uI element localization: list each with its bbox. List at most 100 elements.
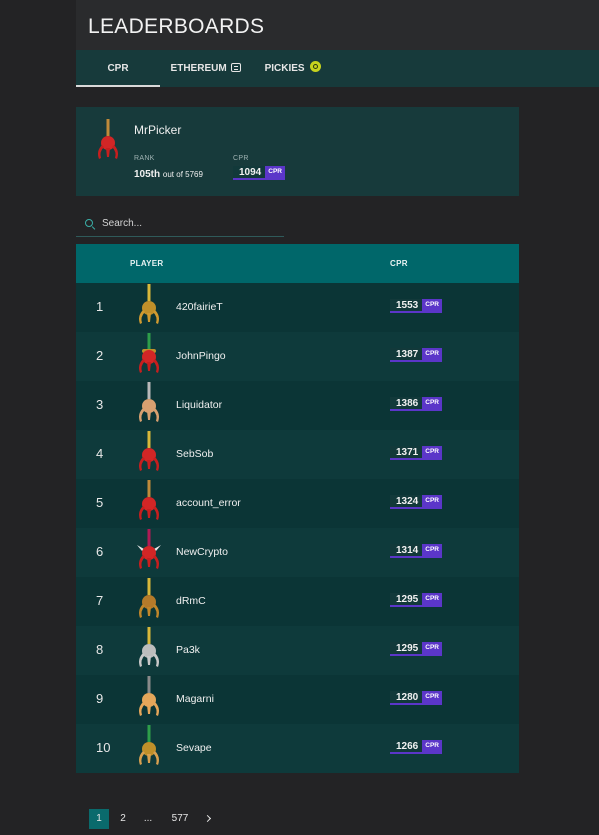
rank-position: 105th: [134, 169, 161, 180]
table-row[interactable]: 6 NewCrypto 1314 CPR: [76, 528, 519, 577]
cpr-badge: 1266 CPR: [390, 740, 442, 754]
tab-label: PICKIES: [264, 63, 305, 74]
player-name[interactable]: SebSob: [176, 448, 213, 460]
avatar: [134, 529, 164, 580]
cpr-value: 1371: [396, 446, 419, 458]
cpr-badge: 1314 CPR: [390, 544, 442, 558]
avatar: [134, 480, 164, 531]
cpr-value: 1295: [396, 642, 419, 654]
player-name[interactable]: NewCrypto: [176, 546, 228, 558]
cpr-unit: CPR: [422, 691, 442, 703]
cpr-unit: CPR: [422, 348, 442, 360]
tab-label: CPR: [107, 63, 129, 74]
table-row[interactable]: 7 dRmC 1295 CPR: [76, 577, 519, 626]
player-name[interactable]: account_error: [176, 497, 241, 509]
search-box: [76, 210, 284, 237]
cpr-badge: 1280 CPR: [390, 691, 442, 705]
row-rank: 2: [96, 348, 104, 363]
header-bar: LEADERBOARDS: [76, 0, 599, 50]
cpr-value: 1094: [239, 166, 262, 178]
cpr-unit: CPR: [422, 642, 442, 654]
cpr-unit: CPR: [422, 397, 442, 409]
page-button-2[interactable]: 2: [113, 809, 133, 829]
table-row[interactable]: 2 JohnPingo 1387 CPR: [76, 332, 519, 381]
chevron-right-icon[interactable]: [203, 814, 212, 823]
table-body: 1 420fairieT 1553 CPR 2 JohnPingo 1387 CPR 3 Liqu…: [76, 283, 519, 773]
rank-total: out of 5769: [162, 170, 203, 179]
cpr-value: 1280: [396, 691, 419, 703]
row-rank: 8: [96, 642, 104, 657]
tab-pickies[interactable]: PICKIES: [256, 50, 330, 87]
cpr-unit: CPR: [422, 740, 442, 752]
cpr-value: 1553: [396, 299, 419, 311]
cpr-value: 1295: [396, 593, 419, 605]
profile-username: MrPicker: [134, 123, 182, 137]
column-header-player: PLAYER: [130, 259, 164, 268]
table-header: PLAYER CPR: [76, 244, 519, 283]
table-row[interactable]: 3 Liquidator 1386 CPR: [76, 381, 519, 430]
cpr-unit: CPR: [265, 166, 285, 178]
table-row[interactable]: 1 420fairieT 1553 CPR: [76, 283, 519, 332]
search-icon: [85, 219, 93, 227]
player-name[interactable]: 420fairieT: [176, 301, 223, 313]
player-name[interactable]: Pa3k: [176, 644, 200, 656]
table-row[interactable]: 5 account_error 1324 CPR: [76, 479, 519, 528]
leaderboard-table: PLAYER CPR 1 420fairieT 1553 CPR 2 JohnPingo 1…: [76, 244, 519, 773]
player-name[interactable]: Sevape: [176, 742, 212, 754]
avatar: [134, 578, 164, 629]
cpr-unit: CPR: [422, 299, 442, 311]
cpr-badge: 1295 CPR: [390, 642, 442, 656]
column-header-cpr: CPR: [390, 259, 408, 268]
row-rank: 4: [96, 446, 104, 461]
avatar: [134, 431, 164, 482]
page-title: LEADERBOARDS: [88, 15, 265, 38]
cpr-badge: 1324 CPR: [390, 495, 442, 509]
cpr-badge: 1387 CPR: [390, 348, 442, 362]
table-row[interactable]: 8 Pa3k 1295 CPR: [76, 626, 519, 675]
cpr-badge: 1094 CPR: [233, 166, 285, 180]
table-row[interactable]: 10 Sevape 1266 CPR: [76, 724, 519, 773]
tab-cpr[interactable]: CPR: [76, 50, 160, 87]
cpr-value: 1387: [396, 348, 419, 360]
pickies-coin-icon: [310, 61, 322, 72]
cpr-badge: 1295 CPR: [390, 593, 442, 607]
table-row[interactable]: 4 SebSob 1371 CPR: [76, 430, 519, 479]
tab-bar: CPR ETHEREUM PICKIES: [76, 50, 599, 87]
player-name[interactable]: Magarni: [176, 693, 214, 705]
player-name[interactable]: dRmC: [176, 595, 206, 607]
tab-label: ETHEREUM: [170, 63, 227, 74]
avatar: [134, 725, 164, 776]
avatar: [134, 676, 164, 727]
cpr-unit: CPR: [422, 495, 442, 507]
row-rank: 6: [96, 544, 104, 559]
avatar: [134, 382, 164, 433]
avatar: [93, 119, 123, 170]
table-row[interactable]: 9 Magarni 1280 CPR: [76, 675, 519, 724]
rank-value: 105th out of 5769: [134, 169, 203, 180]
page-button-1[interactable]: 1: [89, 809, 109, 829]
row-rank: 7: [96, 593, 104, 608]
cpr-value: 1266: [396, 740, 419, 752]
row-rank: 9: [96, 691, 104, 706]
cpr-unit: CPR: [422, 544, 442, 556]
cpr-unit: CPR: [422, 593, 442, 605]
page-ellipsis: ...: [143, 813, 153, 824]
cpr-value: 1314: [396, 544, 419, 556]
cpr-badge: 1386 CPR: [390, 397, 442, 411]
rank-label: RANK: [134, 155, 155, 162]
row-rank: 3: [96, 397, 104, 412]
cpr-label: CPR: [233, 155, 249, 162]
cpr-value: 1386: [396, 397, 419, 409]
cpr-badge: 1553 CPR: [390, 299, 442, 313]
avatar: [134, 333, 164, 384]
cpr-badge: 1371 CPR: [390, 446, 442, 460]
ethereum-icon: [231, 63, 242, 72]
cpr-value: 1324: [396, 495, 419, 507]
user-profile-card: MrPicker RANK CPR 105th out of 5769 1094…: [76, 107, 519, 196]
avatar: [134, 284, 164, 335]
player-name[interactable]: Liquidator: [176, 399, 222, 411]
tab-ethereum[interactable]: ETHEREUM: [164, 50, 248, 87]
search-input[interactable]: [102, 215, 277, 231]
page-button-last[interactable]: 577: [167, 809, 193, 829]
player-name[interactable]: JohnPingo: [176, 350, 226, 362]
